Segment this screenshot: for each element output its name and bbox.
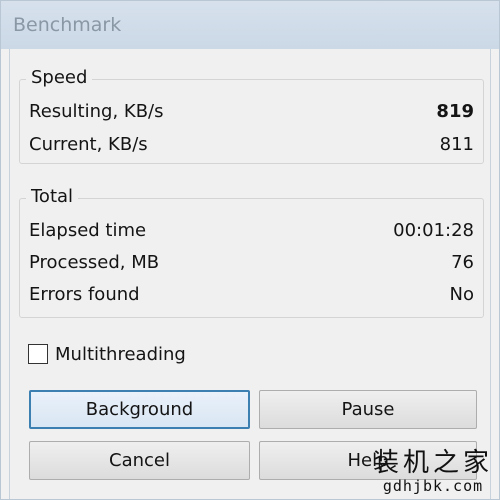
elapsed-time-row: Elapsed time 00:01:28 xyxy=(20,216,483,246)
multithreading-label[interactable]: Multithreading xyxy=(55,344,186,365)
processed-label: Processed, MB xyxy=(29,252,160,273)
total-legend: Total xyxy=(26,186,79,207)
resulting-speed-label: Resulting, KB/s xyxy=(29,101,164,122)
speed-legend: Speed xyxy=(26,67,93,88)
elapsed-time-label: Elapsed time xyxy=(29,220,147,241)
processed-row: Processed, MB 76 xyxy=(20,248,483,278)
current-speed-value: 811 xyxy=(439,134,474,155)
multithreading-checkbox[interactable] xyxy=(28,344,48,364)
speed-group: Speed Resulting, KB/s 819 Current, KB/s … xyxy=(19,67,484,164)
resulting-speed-value: 819 xyxy=(436,101,474,122)
benchmark-window: Benchmark Speed Resulting, KB/s 819 Curr… xyxy=(0,0,500,500)
cancel-button[interactable]: Cancel xyxy=(29,441,250,480)
elapsed-time-value: 00:01:28 xyxy=(393,220,474,241)
processed-value: 76 xyxy=(451,252,474,273)
errors-label: Errors found xyxy=(29,284,140,305)
watermark-url: gdhjbk.com xyxy=(382,477,484,495)
window-title: Benchmark xyxy=(13,14,122,36)
current-speed-row: Current, KB/s 811 xyxy=(20,130,483,160)
errors-row: Errors found No xyxy=(20,280,483,310)
title-bar[interactable]: Benchmark xyxy=(1,1,499,49)
errors-value: No xyxy=(449,284,474,305)
pause-button[interactable]: Pause xyxy=(259,390,477,429)
resulting-speed-row: Resulting, KB/s 819 xyxy=(20,97,483,127)
dialog-body: Speed Resulting, KB/s 819 Current, KB/s … xyxy=(9,49,491,499)
watermark-text: 装机之家 xyxy=(372,448,493,478)
background-button[interactable]: Background xyxy=(29,390,250,429)
watermark: 装机之家 gdhjbk.com xyxy=(373,449,493,495)
current-speed-label: Current, KB/s xyxy=(29,134,148,155)
total-group: Total Elapsed time 00:01:28 Processed, M… xyxy=(19,186,484,318)
